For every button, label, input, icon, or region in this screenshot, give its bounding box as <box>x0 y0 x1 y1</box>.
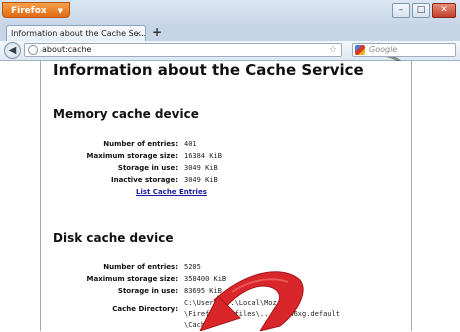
tab-label: Information about the Cache Se... <box>11 29 146 38</box>
url-text: about:cache <box>42 45 92 54</box>
google-icon <box>355 45 365 55</box>
bookmark-star-icon[interactable]: ☆ <box>329 44 337 56</box>
search-input[interactable]: Google <box>352 43 456 57</box>
address-bar[interactable]: about:cache ☆ <box>24 43 342 57</box>
row-value: 3049 KiB <box>184 176 218 184</box>
disk-cache-heading: Disk cache device <box>53 231 174 245</box>
content-area: Information about the Cache Service Memo… <box>40 61 412 331</box>
tab-cache-info[interactable]: Information about the Cache Se... × <box>6 25 146 41</box>
maximize-button[interactable]: □ <box>412 3 430 18</box>
close-window-button[interactable]: ✕ <box>432 3 456 18</box>
back-button[interactable]: ◀ <box>4 42 21 59</box>
row-value: \Cache <box>184 321 210 329</box>
page-viewport: Information about the Cache Service Memo… <box>0 61 460 331</box>
page-title: Information about the Cache Service <box>53 61 364 79</box>
memory-inactive-row: Inactive storage: 3049 KiB <box>41 174 411 187</box>
list-cache-entries-link[interactable]: List Cache Entries <box>136 188 207 196</box>
memory-cache-heading: Memory cache device <box>53 107 199 121</box>
minimize-button[interactable]: – <box>392 3 410 18</box>
row-label: Inactive storage: <box>110 176 178 184</box>
window-controls: – □ ✕ <box>392 3 456 18</box>
firefox-menu-label: Firefox <box>11 6 47 16</box>
firefox-menu-button[interactable]: Firefox ▼ <box>2 2 70 18</box>
search-placeholder: Google <box>369 45 398 54</box>
new-tab-button[interactable]: + <box>150 26 164 40</box>
disk-directory-line3: \Cache <box>41 319 411 332</box>
tab-strip: Information about the Cache Se... × + <box>0 24 460 41</box>
window-titlebar: Firefox ▼ – □ ✕ <box>0 0 460 25</box>
globe-icon <box>28 45 38 55</box>
chevron-down-icon: ▼ <box>57 7 63 15</box>
close-tab-icon[interactable]: × <box>135 26 142 41</box>
navigation-toolbar: ◀ about:cache ☆ Google <box>0 41 460 101</box>
